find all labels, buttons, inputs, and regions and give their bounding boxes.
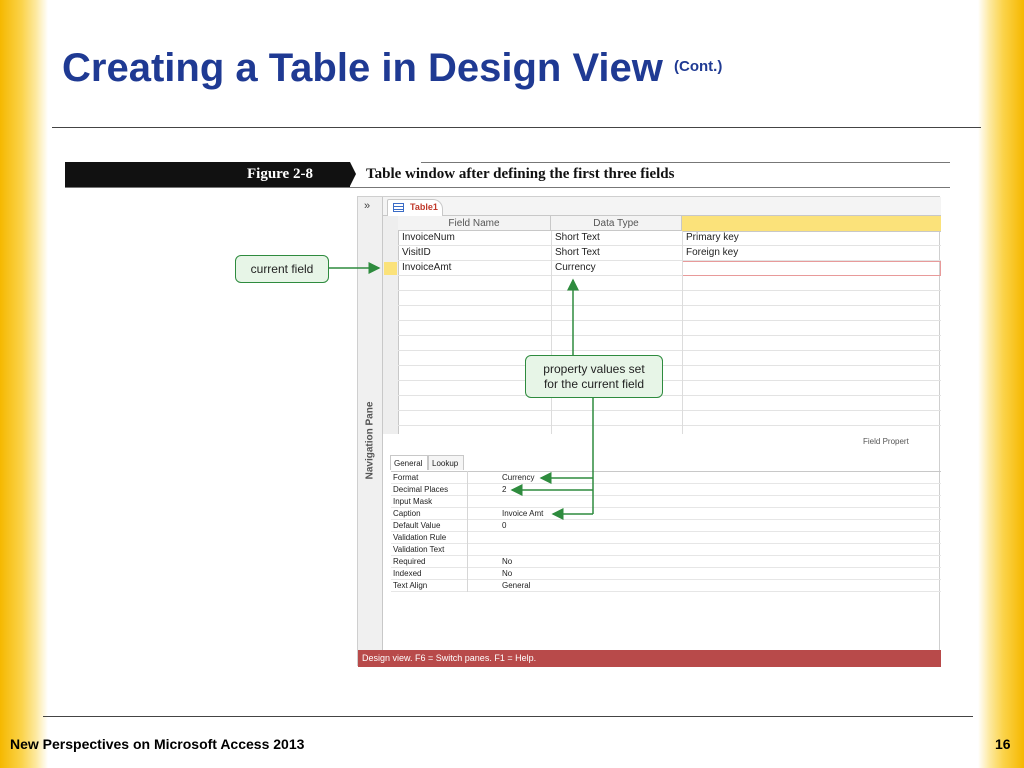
figure-number-arrow [350, 162, 356, 186]
row-selector-column[interactable] [383, 216, 399, 434]
empty-field-row[interactable] [398, 306, 941, 321]
column-header-data-type: Data Type [551, 216, 682, 231]
property-value[interactable]: 2 [502, 484, 506, 496]
property-name: Text Align [393, 581, 428, 590]
tab-general[interactable]: General [390, 455, 428, 470]
tab-table1-label: Table1 [410, 202, 438, 212]
status-bar-text: Design view. F6 = Switch panes. F1 = Hel… [362, 653, 537, 663]
page-number: 16 [995, 736, 1011, 752]
property-value[interactable]: General [502, 580, 530, 592]
data-type-cell[interactable]: Short Text [551, 231, 682, 246]
property-values-callout: property values set for the current fiel… [525, 355, 663, 398]
figure-top-rule [421, 162, 950, 163]
footer-text: New Perspectives on Microsoft Access 201… [10, 736, 305, 752]
empty-field-row[interactable] [398, 366, 941, 381]
field-row[interactable]: VisitID Short Text Foreign key [398, 246, 941, 261]
figure-number: Figure 2-8 [247, 166, 313, 182]
property-row[interactable]: Text Align General [391, 580, 941, 592]
document-tab-strip: Table1 [383, 197, 941, 216]
nav-pane-expand-icon[interactable]: » [364, 200, 370, 212]
property-name: Caption [393, 509, 421, 518]
description-cell-active[interactable] [682, 261, 941, 276]
empty-field-row[interactable] [398, 321, 941, 336]
property-row[interactable]: Required No [391, 556, 941, 568]
field-properties-sheet: Format Currency Decimal Places 2 Input M… [391, 471, 941, 594]
property-column-divider [467, 471, 468, 592]
property-name: Required [393, 557, 426, 566]
status-bar: Design view. F6 = Switch panes. F1 = Hel… [358, 650, 941, 667]
empty-field-row[interactable] [398, 381, 941, 396]
property-name: Default Value [393, 521, 441, 530]
field-grid: Field Name Data Type InvoiceNum Short Te… [383, 216, 941, 434]
figure-bottom-rule [65, 187, 950, 188]
slide-title: Creating a Table in Design View (Cont.) [62, 46, 722, 91]
footer-divider [43, 716, 973, 717]
empty-field-row[interactable] [398, 336, 941, 351]
field-name-cell[interactable]: InvoiceNum [398, 231, 551, 246]
empty-field-row[interactable] [398, 291, 941, 306]
data-type-cell[interactable]: Short Text [551, 246, 682, 261]
field-name-cell[interactable]: VisitID [398, 246, 551, 261]
left-gold-border [0, 0, 48, 768]
empty-field-row[interactable] [398, 276, 941, 291]
property-value[interactable]: No [502, 556, 512, 568]
property-row[interactable]: Validation Rule [391, 532, 941, 544]
field-properties-label: Field Propert [863, 437, 909, 446]
title-divider [52, 127, 981, 128]
property-name: Format [393, 473, 419, 482]
column-divider [682, 231, 683, 434]
tab-table1[interactable]: Table1 [387, 199, 443, 216]
property-values-callout-line1: property values set [543, 362, 645, 376]
property-value[interactable]: Invoice Amt [502, 508, 543, 520]
description-cell[interactable]: Primary key [682, 231, 941, 246]
table-icon [393, 203, 404, 212]
field-name-cell[interactable]: InvoiceAmt [398, 261, 551, 276]
property-value[interactable]: Currency [502, 472, 534, 484]
property-row[interactable]: Decimal Places 2 [391, 484, 941, 496]
navigation-pane[interactable]: » Navigation Pane [358, 197, 383, 650]
property-values-callout-line2: for the current field [543, 377, 645, 391]
property-value[interactable]: No [502, 568, 512, 580]
right-gold-border [978, 0, 1024, 768]
field-row-current[interactable]: InvoiceAmt Currency [398, 261, 941, 276]
column-header-description [682, 216, 941, 232]
field-row[interactable]: InvoiceNum Short Text Primary key [398, 231, 941, 246]
navigation-pane-label: Navigation Pane [364, 401, 376, 480]
property-name: Validation Text [393, 545, 445, 554]
empty-field-row[interactable] [398, 351, 941, 366]
current-row-indicator [384, 262, 397, 275]
empty-field-row[interactable] [398, 396, 941, 411]
empty-field-row[interactable] [398, 411, 941, 426]
tab-lookup[interactable]: Lookup [428, 455, 464, 470]
property-row[interactable]: Caption Invoice Amt [391, 508, 941, 520]
figure-caption: Table window after defining the first th… [366, 166, 675, 182]
property-row[interactable]: Default Value 0 [391, 520, 941, 532]
property-row[interactable]: Format Currency [391, 472, 941, 484]
column-header-field-name: Field Name [398, 216, 551, 231]
figure-caption-bar: Figure 2-8 Table window after defining t… [65, 162, 950, 188]
data-type-cell[interactable]: Currency [551, 261, 682, 276]
access-design-view-window: » Navigation Pane Table1 Field Name Data… [357, 196, 941, 667]
property-row[interactable]: Validation Text [391, 544, 941, 556]
column-divider [551, 231, 552, 434]
property-row[interactable]: Input Mask [391, 496, 941, 508]
property-value[interactable]: 0 [502, 520, 506, 532]
current-field-callout: current field [235, 255, 329, 283]
description-cell[interactable]: Foreign key [682, 246, 941, 261]
property-row[interactable]: Indexed No [391, 568, 941, 580]
property-name: Decimal Places [393, 485, 449, 494]
property-name: Input Mask [393, 497, 433, 506]
slide-title-suffix: (Cont.) [674, 58, 723, 75]
property-name: Validation Rule [393, 533, 447, 542]
property-name: Indexed [393, 569, 422, 578]
slide-title-text: Creating a Table in Design View [62, 46, 663, 90]
